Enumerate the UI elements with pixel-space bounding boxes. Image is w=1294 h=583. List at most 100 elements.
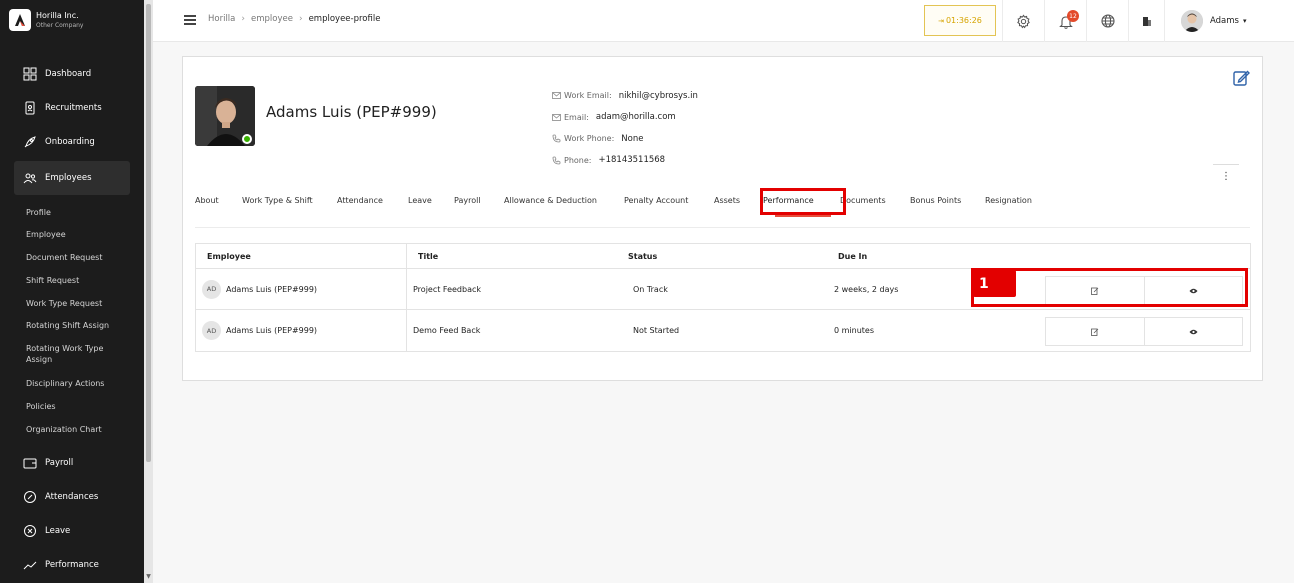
sidebar-item-employees[interactable]: Employees <box>14 161 130 195</box>
dashboard-icon <box>23 67 37 81</box>
sidebar-subitem-document-request[interactable]: Document Request <box>26 252 138 263</box>
wallet-icon <box>23 456 37 470</box>
company-name: Horilla Inc. <box>36 10 79 20</box>
active-tab-indicator <box>775 215 831 217</box>
table-row: AD Adams Luis (PEP#999) Demo Feed Back N… <box>196 310 1250 351</box>
scroll-down-arrow-icon[interactable]: ▼ <box>145 574 152 580</box>
sidebar-item-onboarding[interactable]: Onboarding <box>14 125 130 159</box>
sidebar-item-label: Dashboard <box>45 69 92 79</box>
avatar: AD <box>202 321 221 340</box>
contact-value[interactable]: +18143511568 <box>598 155 665 165</box>
breadcrumb-item-current: employee-profile <box>308 14 381 24</box>
tab-documents[interactable]: Documents <box>840 196 886 205</box>
sidebar-item-payroll[interactable]: Payroll <box>14 446 130 480</box>
user-menu[interactable]: Adams ▾ <box>1164 0 1247 42</box>
edit-feedback-button[interactable] <box>1046 318 1144 345</box>
contact-value[interactable]: nikhil@cybrosys.in <box>619 91 698 101</box>
company-switch-button[interactable] <box>1128 0 1164 42</box>
view-feedback-button[interactable] <box>1144 318 1242 345</box>
sidebar-item-label: Employees <box>45 173 92 183</box>
brand[interactable]: Horilla Inc. Other Company <box>9 9 84 31</box>
employee-name: Adams Luis (PEP#999) <box>266 103 437 121</box>
contact-info: Work Email: nikhil@cybrosys.in Email: ad… <box>552 85 698 171</box>
sidebar-subitem-shift-request[interactable]: Shift Request <box>26 275 138 286</box>
leave-icon <box>23 524 37 538</box>
breadcrumb: Horilla › employee › employee-profile <box>208 14 380 24</box>
contact-value[interactable]: adam@horilla.com <box>596 112 676 122</box>
scrollbar-thumb[interactable] <box>146 4 151 462</box>
sidebar-subitem-rotating-shift-assign[interactable]: Rotating Shift Assign <box>26 320 138 331</box>
chevron-down-icon: ▾ <box>1242 17 1247 25</box>
avatar <box>1181 10 1203 32</box>
annotation-label: 1 <box>973 270 1016 297</box>
timer-value: 01:36:26 <box>945 16 982 25</box>
sidebar-item-label: Onboarding <box>45 137 95 147</box>
kebab-menu-icon: ⋮ <box>1221 171 1231 182</box>
settings-button[interactable] <box>1002 0 1044 42</box>
contact-email: Email: adam@horilla.com <box>552 107 698 129</box>
edit-profile-button[interactable] <box>1232 69 1250 87</box>
tab-payroll[interactable]: Payroll <box>454 196 481 205</box>
row-title: Demo Feed Back <box>413 326 481 335</box>
tab-leave[interactable]: Leave <box>408 196 432 205</box>
tab-bonus-points[interactable]: Bonus Points <box>910 196 961 205</box>
avatar: AD <box>202 279 221 299</box>
sidebar-subitem-policies[interactable]: Policies <box>26 401 138 412</box>
building-icon <box>1142 16 1151 26</box>
sidebar-subitem-employee[interactable]: Employee <box>26 229 138 240</box>
chart-line-icon <box>23 558 37 572</box>
sidebar-item-recruitments[interactable]: Recruitments <box>14 91 130 125</box>
tab-work-type-shift[interactable]: Work Type & Shift <box>242 196 313 205</box>
breadcrumb-chevron-icon: › <box>241 14 245 24</box>
globe-icon <box>1100 14 1115 28</box>
row-employee: Adams Luis (PEP#999) <box>226 326 318 335</box>
tab-resignation[interactable]: Resignation <box>985 196 1032 205</box>
sidebar-subitem-organization-chart[interactable]: Organization Chart <box>26 424 138 435</box>
people-icon <box>23 171 37 185</box>
more-options-button[interactable]: ⋮ <box>1213 164 1239 188</box>
attendance-timer-button[interactable]: ⇥ 01:36:26 <box>924 5 996 36</box>
eye-icon <box>1189 329 1198 334</box>
gear-icon <box>1017 14 1030 28</box>
sidebar: Horilla Inc. Other Company Dashboard Rec… <box>0 0 144 583</box>
row-title: Project Feedback <box>413 284 482 294</box>
sidebar-scrollbar[interactable]: ▼ <box>144 0 153 583</box>
column-header-employee: Employee <box>196 244 407 268</box>
sidebar-item-performance[interactable]: Performance <box>14 548 130 582</box>
sidebar-item-leave[interactable]: Leave <box>14 514 130 548</box>
tab-allowance-deduction[interactable]: Allowance & Deduction <box>504 196 597 205</box>
contact-work-email: Work Email: nikhil@cybrosys.in <box>552 85 698 107</box>
tab-annotation-highlight <box>760 188 846 215</box>
contact-value: None <box>621 133 644 144</box>
edit-icon <box>1091 328 1099 336</box>
sidebar-subitem-profile[interactable]: Profile <box>26 207 138 218</box>
sidebar-item-label: Attendances <box>45 492 99 502</box>
phone-icon <box>552 156 561 165</box>
language-button[interactable] <box>1086 0 1128 42</box>
sidebar-subitem-disciplinary-actions[interactable]: Disciplinary Actions <box>26 378 138 389</box>
row-employee: Adams Luis (PEP#999) <box>226 284 318 294</box>
sidebar-item-label: Payroll <box>45 458 74 468</box>
recruitment-icon <box>23 101 37 115</box>
clock-out-icon: ⇥ <box>938 16 944 25</box>
tab-attendance[interactable]: Attendance <box>337 196 383 205</box>
sidebar-item-dashboard[interactable]: Dashboard <box>14 57 130 91</box>
breadcrumb-item-employee[interactable]: employee <box>251 14 293 24</box>
sidebar-subitem-rotating-work-type-assign[interactable]: Rotating Work Type Assign <box>26 343 126 365</box>
row-status: Not Started <box>633 326 680 335</box>
profile-tabs: About Work Type & Shift Attendance Leave… <box>195 188 1250 228</box>
tab-assets[interactable]: Assets <box>714 196 740 205</box>
column-header-due-in: Due In <box>838 251 868 261</box>
tab-about[interactable]: About <box>195 196 219 205</box>
menu-toggle-icon[interactable] <box>184 15 196 25</box>
row-actions <box>1045 317 1243 346</box>
employee-profile-card: Adams Luis (PEP#999) Work Email: nikhil@… <box>182 56 1263 381</box>
sidebar-subitem-work-type-request[interactable]: Work Type Request <box>26 298 138 309</box>
tab-penalty-account[interactable]: Penalty Account <box>624 196 688 205</box>
sidebar-item-attendances[interactable]: Attendances <box>14 480 130 514</box>
notifications-button[interactable]: 12 <box>1044 0 1086 42</box>
edit-icon <box>1233 70 1250 86</box>
breadcrumb-item-horilla[interactable]: Horilla <box>208 14 235 24</box>
column-header-title: Title <box>418 251 439 261</box>
clock-icon <box>23 490 37 504</box>
